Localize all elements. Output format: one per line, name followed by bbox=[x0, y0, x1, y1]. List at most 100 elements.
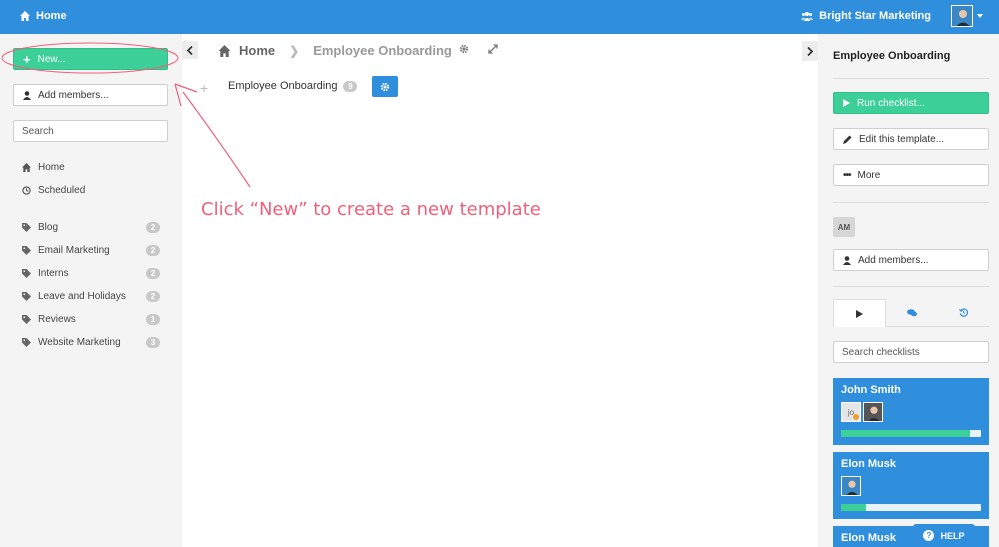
checklist-progress-bar bbox=[841, 504, 981, 511]
template-settings-button[interactable] bbox=[372, 76, 398, 97]
panel-add-members-button[interactable]: Add members... bbox=[833, 249, 989, 271]
user-menu-caret-icon[interactable] bbox=[977, 14, 983, 18]
collapse-left-sidebar-button[interactable] bbox=[182, 41, 198, 59]
sidebar-tag-reviews[interactable]: Reviews 1 bbox=[22, 314, 160, 325]
sidebar-tag-leave-and-holidays[interactable]: Leave and Holidays 2 bbox=[22, 291, 160, 302]
topbar-home-link[interactable]: Home bbox=[20, 10, 67, 22]
clock-icon bbox=[22, 186, 31, 195]
sidebar-tag-label: Email Marketing bbox=[38, 245, 110, 256]
new-button[interactable]: + New... bbox=[13, 48, 168, 70]
tab-comments[interactable] bbox=[886, 299, 938, 327]
add-members-button[interactable]: Add members... bbox=[13, 84, 168, 106]
breadcrumb-current: Employee Onboarding bbox=[313, 43, 452, 58]
add-task-plus-icon[interactable]: + bbox=[200, 80, 208, 96]
count-badge: 2 bbox=[146, 222, 160, 233]
search-checklists-placeholder: Search checklists bbox=[842, 346, 920, 358]
count-badge: 2 bbox=[146, 291, 160, 302]
assignee-photo-avatar bbox=[841, 476, 861, 496]
sidebar-tag-label: Leave and Holidays bbox=[38, 291, 126, 302]
count-badge: 3 bbox=[146, 337, 160, 348]
divider bbox=[833, 78, 989, 79]
member-avatar[interactable]: AM bbox=[833, 217, 855, 237]
home-icon bbox=[20, 11, 30, 21]
search-checklists-input[interactable]: Search checklists bbox=[833, 341, 989, 363]
run-checklist-label: Run checklist... bbox=[857, 97, 925, 109]
sidebar-item-label: Scheduled bbox=[38, 185, 86, 196]
group-icon bbox=[801, 12, 814, 21]
plus-icon: + bbox=[23, 51, 31, 67]
tab-checklists[interactable] bbox=[833, 299, 887, 327]
help-label: HELP bbox=[940, 530, 965, 541]
comments-icon bbox=[906, 308, 917, 316]
count-badge: 2 bbox=[146, 268, 160, 279]
top-bar: Home Bright Star Marketing bbox=[0, 0, 999, 34]
play-icon bbox=[843, 99, 850, 107]
chevron-left-icon bbox=[187, 45, 193, 55]
checklist-assignee-name: Elon Musk bbox=[841, 458, 897, 470]
count-badge: 2 bbox=[146, 245, 160, 256]
assignee-initials-avatar: jo bbox=[841, 402, 861, 422]
sidebar-search-input[interactable]: Search bbox=[13, 120, 168, 142]
checklist-assignee-name: John Smith bbox=[841, 384, 901, 396]
sidebar-item-home[interactable]: Home bbox=[22, 162, 65, 173]
checklist-card[interactable]: John Smith jo bbox=[833, 378, 989, 445]
user-avatar[interactable] bbox=[951, 5, 973, 27]
sidebar-tag-label: Blog bbox=[38, 222, 59, 233]
panel-title: Employee Onboarding bbox=[833, 50, 951, 62]
divider bbox=[833, 202, 989, 203]
help-button[interactable]: ? HELP bbox=[913, 524, 975, 547]
sidebar-tag-interns[interactable]: Interns 2 bbox=[22, 268, 160, 279]
right-panel: Employee Onboarding Run checklist... Edi… bbox=[818, 34, 999, 547]
tag-icon bbox=[22, 269, 31, 278]
panel-tabs bbox=[833, 299, 989, 327]
sidebar-tag-label: Website Marketing bbox=[38, 337, 121, 348]
count-badge: 1 bbox=[146, 314, 160, 325]
sidebar-tag-blog[interactable]: Blog 2 bbox=[22, 222, 160, 233]
question-icon: ? bbox=[923, 530, 935, 541]
sidebar-item-scheduled[interactable]: Scheduled bbox=[22, 185, 85, 196]
breadcrumb: Home ❯ Employee Onboarding bbox=[218, 43, 452, 58]
tag-icon bbox=[22, 246, 31, 255]
divider bbox=[833, 286, 989, 287]
home-icon bbox=[22, 163, 31, 172]
template-title: Employee Onboarding 9 bbox=[228, 80, 358, 92]
sidebar-tag-website-marketing[interactable]: Website Marketing 3 bbox=[22, 337, 160, 348]
task-count-badge: 9 bbox=[343, 80, 358, 92]
run-checklist-button[interactable]: Run checklist... bbox=[833, 92, 989, 114]
new-button-label: New... bbox=[37, 53, 66, 65]
play-icon bbox=[856, 309, 864, 318]
collapse-right-panel-button[interactable] bbox=[802, 41, 818, 61]
tag-icon bbox=[22, 292, 31, 301]
pointer-arrow bbox=[182, 91, 251, 188]
settings-gear-icon[interactable] bbox=[459, 44, 469, 54]
organization-name: Bright Star Marketing bbox=[819, 10, 931, 22]
tag-icon bbox=[22, 315, 31, 324]
user-icon bbox=[843, 255, 851, 265]
checklist-avatars: jo bbox=[841, 402, 981, 422]
expand-icon[interactable] bbox=[488, 44, 498, 54]
breadcrumb-home-link[interactable]: Home bbox=[239, 43, 275, 58]
sidebar-search-placeholder: Search bbox=[22, 125, 54, 137]
user-photo-icon bbox=[864, 403, 882, 421]
sidebar-tag-label: Interns bbox=[38, 268, 69, 279]
more-button[interactable]: ••• More bbox=[833, 164, 989, 186]
organization-switcher[interactable]: Bright Star Marketing bbox=[801, 10, 931, 22]
checklist-avatars bbox=[841, 476, 981, 496]
gear-icon bbox=[380, 82, 390, 91]
edit-template-button[interactable]: Edit this template... bbox=[833, 128, 989, 150]
edit-template-label: Edit this template... bbox=[859, 133, 945, 145]
checklist-progress-bar bbox=[841, 430, 981, 437]
sidebar-tag-email-marketing[interactable]: Email Marketing 2 bbox=[22, 245, 160, 256]
status-dot-icon bbox=[853, 414, 859, 420]
assignee-photo-avatar bbox=[863, 402, 883, 422]
user-photo-icon bbox=[952, 6, 972, 26]
topbar-home-label: Home bbox=[36, 10, 67, 22]
checklist-card[interactable]: Elon Musk bbox=[833, 452, 989, 519]
pencil-icon bbox=[843, 135, 852, 144]
template-title-text: Employee Onboarding bbox=[228, 80, 338, 92]
chevron-right-icon bbox=[807, 46, 813, 56]
tab-history[interactable] bbox=[937, 299, 989, 327]
tag-icon bbox=[22, 223, 31, 232]
home-icon bbox=[218, 44, 231, 57]
history-icon bbox=[958, 308, 968, 317]
